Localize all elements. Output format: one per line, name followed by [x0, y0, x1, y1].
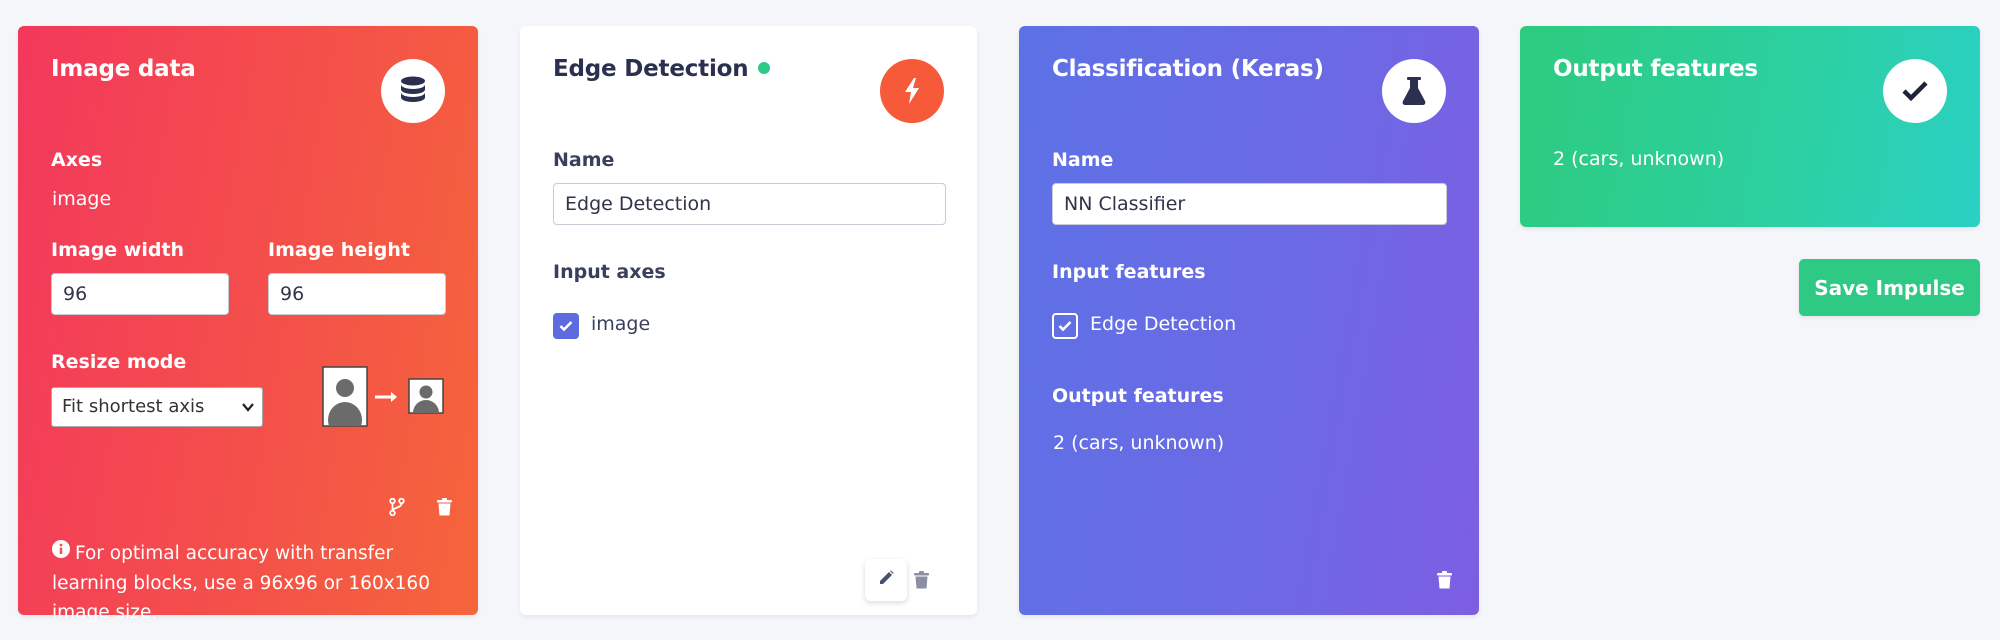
- database-icon: [381, 59, 445, 123]
- resize-mode-value: Fit shortest axis: [62, 396, 205, 417]
- axes-value: image: [52, 188, 112, 210]
- input-axes-label: Input axes: [553, 261, 666, 283]
- processing-name-label: Name: [553, 149, 615, 171]
- status-dot: [758, 61, 771, 74]
- resize-mode-select[interactable]: Fit shortest axis: [51, 387, 263, 427]
- image-data-title: Image data: [51, 56, 196, 82]
- output-features-value: 2 (cars, unknown): [1553, 148, 1725, 170]
- image-height-label: Image height: [268, 239, 410, 261]
- resize-portrait-to-square-icon: [322, 364, 446, 432]
- flask-icon: [1382, 59, 1446, 123]
- processing-name-input[interactable]: Edge Detection: [553, 183, 946, 225]
- output-title: Output features: [1553, 56, 1758, 82]
- checkbox-image[interactable]: [553, 313, 579, 339]
- input-axis-image-label: image: [591, 313, 651, 335]
- image-width-input[interactable]: 96: [51, 273, 229, 315]
- pencil-icon: [878, 570, 894, 590]
- check-icon: [1883, 59, 1947, 123]
- info-text: For optimal accuracy with transfer learn…: [52, 543, 430, 623]
- info-note: For optimal accuracy with transfer learn…: [52, 539, 452, 627]
- bolt-icon: [880, 59, 944, 123]
- axes-label: Axes: [51, 149, 103, 171]
- learning-block: Classification (Keras) Name NN Classifie…: [1019, 26, 1479, 615]
- info-circle-icon: [52, 538, 70, 567]
- save-impulse-button[interactable]: Save Impulse: [1799, 259, 1980, 316]
- chevron-down-icon: [242, 388, 254, 440]
- processing-title-text: Edge Detection: [553, 56, 749, 82]
- resize-mode-label: Resize mode: [51, 351, 187, 373]
- input-features-label: Input features: [1052, 261, 1206, 283]
- branch-icon[interactable]: [386, 496, 408, 518]
- checkmark-icon: [559, 321, 573, 332]
- learning-output-features-label: Output features: [1052, 385, 1224, 407]
- learning-name-label: Name: [1052, 149, 1114, 171]
- input-feature-edge-detection-label: Edge Detection: [1090, 313, 1237, 335]
- processing-block: Edge Detection Name Edge Detection Input…: [520, 26, 977, 615]
- learning-output-features-value: 2 (cars, unknown): [1053, 432, 1225, 454]
- processing-title: Edge Detection: [553, 56, 771, 82]
- image-height-input[interactable]: 96: [268, 273, 446, 315]
- trash-icon[interactable]: [433, 496, 455, 518]
- trash-icon[interactable]: [910, 569, 932, 591]
- learning-title: Classification (Keras): [1052, 56, 1324, 82]
- checkbox-edge-detection[interactable]: [1052, 313, 1078, 339]
- image-width-label: Image width: [51, 239, 185, 261]
- learning-name-input[interactable]: NN Classifier: [1052, 183, 1447, 225]
- output-block: Output features 2 (cars, unknown): [1520, 26, 1980, 227]
- checkmark-icon: [1058, 321, 1072, 332]
- trash-icon[interactable]: [1433, 569, 1455, 591]
- edit-button[interactable]: [865, 559, 907, 601]
- image-data-block: Image data Axes image Image width 96 Ima…: [18, 26, 478, 623]
